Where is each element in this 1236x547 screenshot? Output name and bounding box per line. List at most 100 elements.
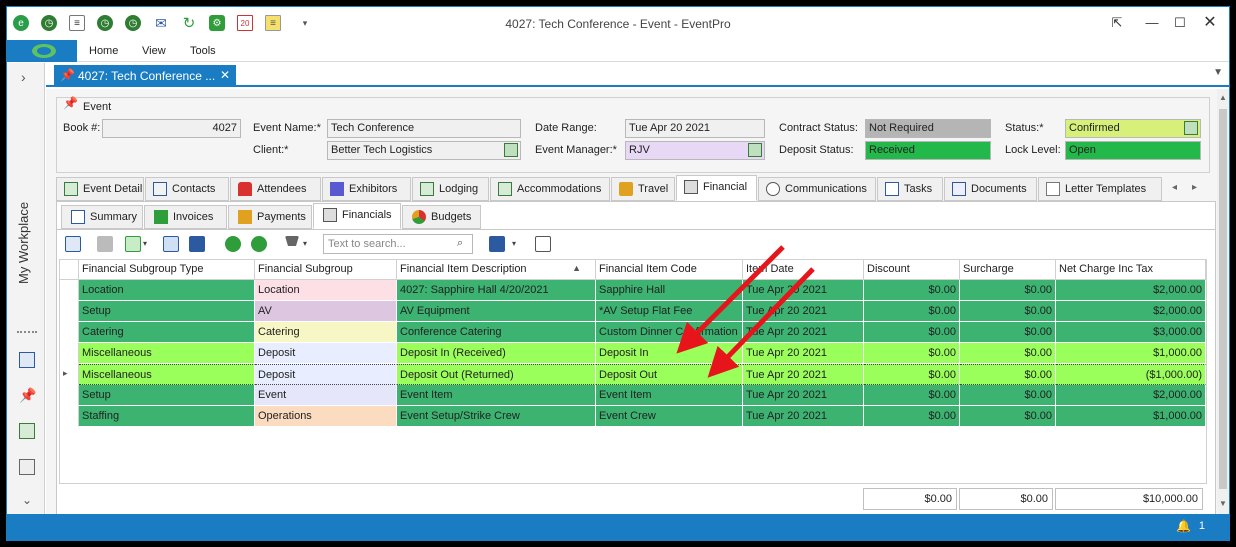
book-number-field[interactable]: 4027 [102, 119, 241, 138]
table-cell[interactable]: Tue Apr 20 2021 [743, 385, 864, 406]
table-cell[interactable]: Location [79, 280, 255, 301]
row-indicator[interactable] [60, 406, 79, 427]
table-cell[interactable]: Event [255, 385, 397, 406]
table-row[interactable]: Catering Catering Conference Catering Custo… [60, 322, 1206, 343]
move-down-icon[interactable] [251, 236, 267, 252]
add-item-icon[interactable] [125, 236, 141, 252]
table-cell[interactable]: Operations [255, 406, 397, 427]
move-icon[interactable] [163, 236, 179, 252]
vertical-scrollbar[interactable]: ▲ ▼ [1217, 89, 1229, 514]
table-cell[interactable]: Staffing [79, 406, 255, 427]
table-cell[interactable]: Deposit [255, 364, 397, 385]
table-cell[interactable]: $0.00 [864, 364, 960, 385]
client-field[interactable]: Better Tech Logistics [327, 141, 521, 160]
table-cell[interactable]: *AV Setup Flat Fee [596, 301, 743, 322]
row-indicator[interactable] [60, 280, 79, 301]
table-row[interactable]: Setup AV AV Equipment *AV Setup Flat Fee Tue… [60, 301, 1206, 322]
table-row[interactable]: Staffing Operations Event Setup/Strike Cre… [60, 406, 1206, 427]
table-cell[interactable]: AV [255, 301, 397, 322]
tab-lodging[interactable]: Lodging [412, 177, 489, 201]
table-cell[interactable]: Miscellaneous [79, 364, 255, 385]
table-cell[interactable]: AV Equipment [397, 301, 596, 322]
table-cell[interactable]: $0.00 [960, 301, 1056, 322]
table-cell[interactable]: Event Item [397, 385, 596, 406]
open-record-icon[interactable] [189, 236, 205, 252]
delete-icon[interactable] [97, 236, 113, 252]
table-cell[interactable]: Event Crew [596, 406, 743, 427]
status-field[interactable]: Confirmed [1065, 119, 1201, 138]
table-cell[interactable]: Tue Apr 20 2021 [743, 364, 864, 385]
close-tab-icon[interactable]: ✕ [220, 68, 230, 82]
scroll-down-icon[interactable]: ▼ [1219, 499, 1227, 508]
table-cell[interactable]: $0.00 [864, 406, 960, 427]
search-input[interactable]: Text to search... [323, 234, 473, 254]
filter-dropdown-icon[interactable]: ▾ [303, 239, 307, 248]
expand-sidebar-icon[interactable]: › [21, 69, 26, 85]
row-indicator[interactable] [60, 385, 79, 406]
tab-letter-templates[interactable]: Letter Templates [1038, 177, 1162, 201]
table-cell[interactable]: $1,000.00 [1056, 406, 1206, 427]
close-button[interactable]: ✕ [1200, 13, 1220, 33]
table-cell[interactable]: $0.00 [864, 385, 960, 406]
tab-invoices[interactable]: Invoices [144, 205, 227, 229]
tab-communications[interactable]: Communications [758, 177, 876, 201]
table-row[interactable]: Setup Event Event Item Event Item Tue Apr 20… [60, 385, 1206, 406]
row-indicator[interactable] [60, 301, 79, 322]
tab-documents[interactable]: Documents [944, 177, 1037, 201]
table-cell[interactable]: ($1,000.00) [1056, 364, 1206, 385]
move-up-icon[interactable] [225, 236, 241, 252]
column-header[interactable]: Discount [864, 260, 960, 280]
table-row[interactable]: ▸ Miscellaneous Deposit Deposit Out (Return… [60, 364, 1206, 385]
column-header[interactable]: Net Charge Inc Tax [1056, 260, 1206, 280]
column-header[interactable]: Financial Subgroup Type [79, 260, 255, 280]
column-header[interactable]: Financial Item Description ▲ [397, 260, 596, 280]
lock-level-field[interactable]: Open [1065, 141, 1201, 160]
save-dropdown-icon[interactable]: ▾ [512, 239, 516, 248]
table-cell[interactable]: Tue Apr 20 2021 [743, 343, 864, 364]
tab-summary[interactable]: Summary [61, 205, 143, 229]
table-row[interactable]: Location Location 4027: Sapphire Hall 4/20… [60, 280, 1206, 301]
table-cell[interactable]: $0.00 [960, 280, 1056, 301]
column-chooser-icon[interactable] [65, 236, 81, 252]
table-cell[interactable]: Tue Apr 20 2021 [743, 322, 864, 343]
table-cell[interactable]: $3,000.00 [1056, 322, 1206, 343]
row-indicator[interactable] [60, 343, 79, 364]
table-cell[interactable]: Deposit Out [596, 364, 743, 385]
table-cell[interactable]: $0.00 [864, 343, 960, 364]
table-cell[interactable]: Deposit [255, 343, 397, 364]
table-cell[interactable]: Sapphire Hall [596, 280, 743, 301]
tab-tasks[interactable]: Tasks [877, 177, 943, 201]
ribbon-tab-home[interactable]: Home [89, 45, 118, 57]
list-icon[interactable] [19, 423, 35, 439]
tab-scroll-left-icon[interactable]: ◂ [1172, 182, 1177, 193]
table-cell[interactable]: Catering [255, 322, 397, 343]
table-cell[interactable]: $0.00 [864, 301, 960, 322]
table-cell[interactable]: $0.00 [864, 280, 960, 301]
table-cell[interactable]: Tue Apr 20 2021 [743, 301, 864, 322]
table-cell[interactable]: Deposit Out (Returned) [397, 364, 596, 385]
tab-financial[interactable]: Financial [676, 175, 757, 201]
table-cell[interactable]: $0.00 [960, 322, 1056, 343]
tab-scroll-right-icon[interactable]: ▸ [1192, 182, 1197, 193]
table-cell[interactable]: Location [255, 280, 397, 301]
contract-status-field[interactable]: Not Required [865, 119, 991, 138]
user-document-icon[interactable] [19, 459, 35, 475]
save-icon[interactable] [489, 236, 505, 252]
table-cell[interactable]: Event Item [596, 385, 743, 406]
tab-financials[interactable]: Financials [313, 203, 401, 229]
table-cell[interactable]: Conference Catering [397, 322, 596, 343]
tab-exhibitors[interactable]: Exhibitors [322, 177, 411, 201]
tab-list-dropdown-icon[interactable]: ▼ [1213, 67, 1223, 78]
minimize-button[interactable]: — [1142, 13, 1162, 33]
column-header[interactable]: Surcharge [960, 260, 1056, 280]
column-header[interactable]: Financial Subgroup [255, 260, 397, 280]
scroll-up-icon[interactable]: ▲ [1219, 93, 1227, 102]
table-cell[interactable]: Deposit In [596, 343, 743, 364]
table-cell[interactable]: Setup [79, 385, 255, 406]
status-lookup-icon[interactable] [1184, 121, 1198, 135]
restore-ribbon-icon[interactable]: ⇱ [1107, 13, 1127, 33]
table-cell[interactable]: $0.00 [864, 322, 960, 343]
table-cell[interactable]: $0.00 [960, 406, 1056, 427]
column-header[interactable]: Item Date [743, 260, 864, 280]
scroll-thumb[interactable] [1219, 109, 1227, 489]
